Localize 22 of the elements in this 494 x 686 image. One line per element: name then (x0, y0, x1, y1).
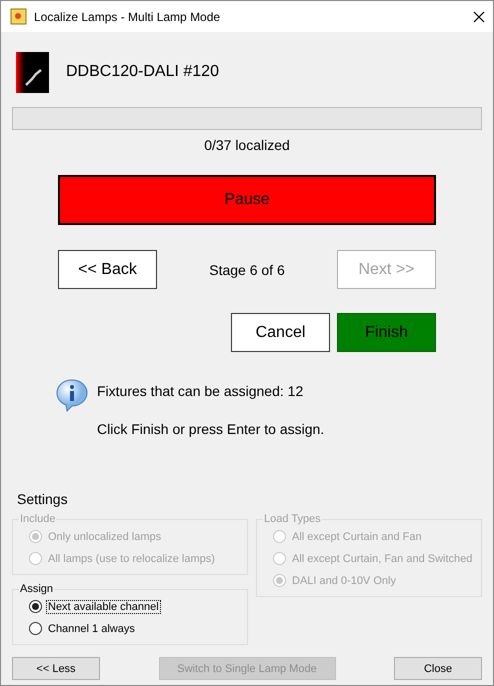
footer-button[interactable]: Close (394, 657, 482, 680)
stage-text: Stage 6 of 6 (209, 262, 285, 278)
group-title: Include (19, 513, 56, 525)
device-name: DDBC120-DALI #120 (66, 63, 219, 81)
radio-option[interactable]: Channel 1 always (29, 619, 241, 638)
info-text: Click Finish or press Enter to assign. (97, 421, 324, 437)
group-title: Assign (19, 583, 54, 595)
lamp-app-icon (10, 8, 27, 25)
finish-button[interactable]: Finish (337, 313, 436, 352)
cancel-button[interactable]: Cancel (231, 313, 330, 352)
info-icon (55, 378, 89, 412)
info-text: Fixtures that can be assigned: 12 (97, 383, 304, 399)
footer-button[interactable]: << Less (12, 657, 100, 680)
back-button[interactable]: << Back (58, 250, 157, 289)
progress-text: 0/37 localized (203, 137, 291, 153)
pause-button[interactable]: Pause (58, 175, 436, 225)
settings-title: Settings (16, 491, 69, 507)
device-icon (16, 52, 49, 92)
group-title: Load Types (263, 513, 322, 525)
window-title: Localize Lamps - Multi Lamp Mode (34, 10, 222, 24)
radio-option[interactable]: Next available channel (29, 597, 241, 616)
close-icon[interactable] (473, 10, 485, 22)
